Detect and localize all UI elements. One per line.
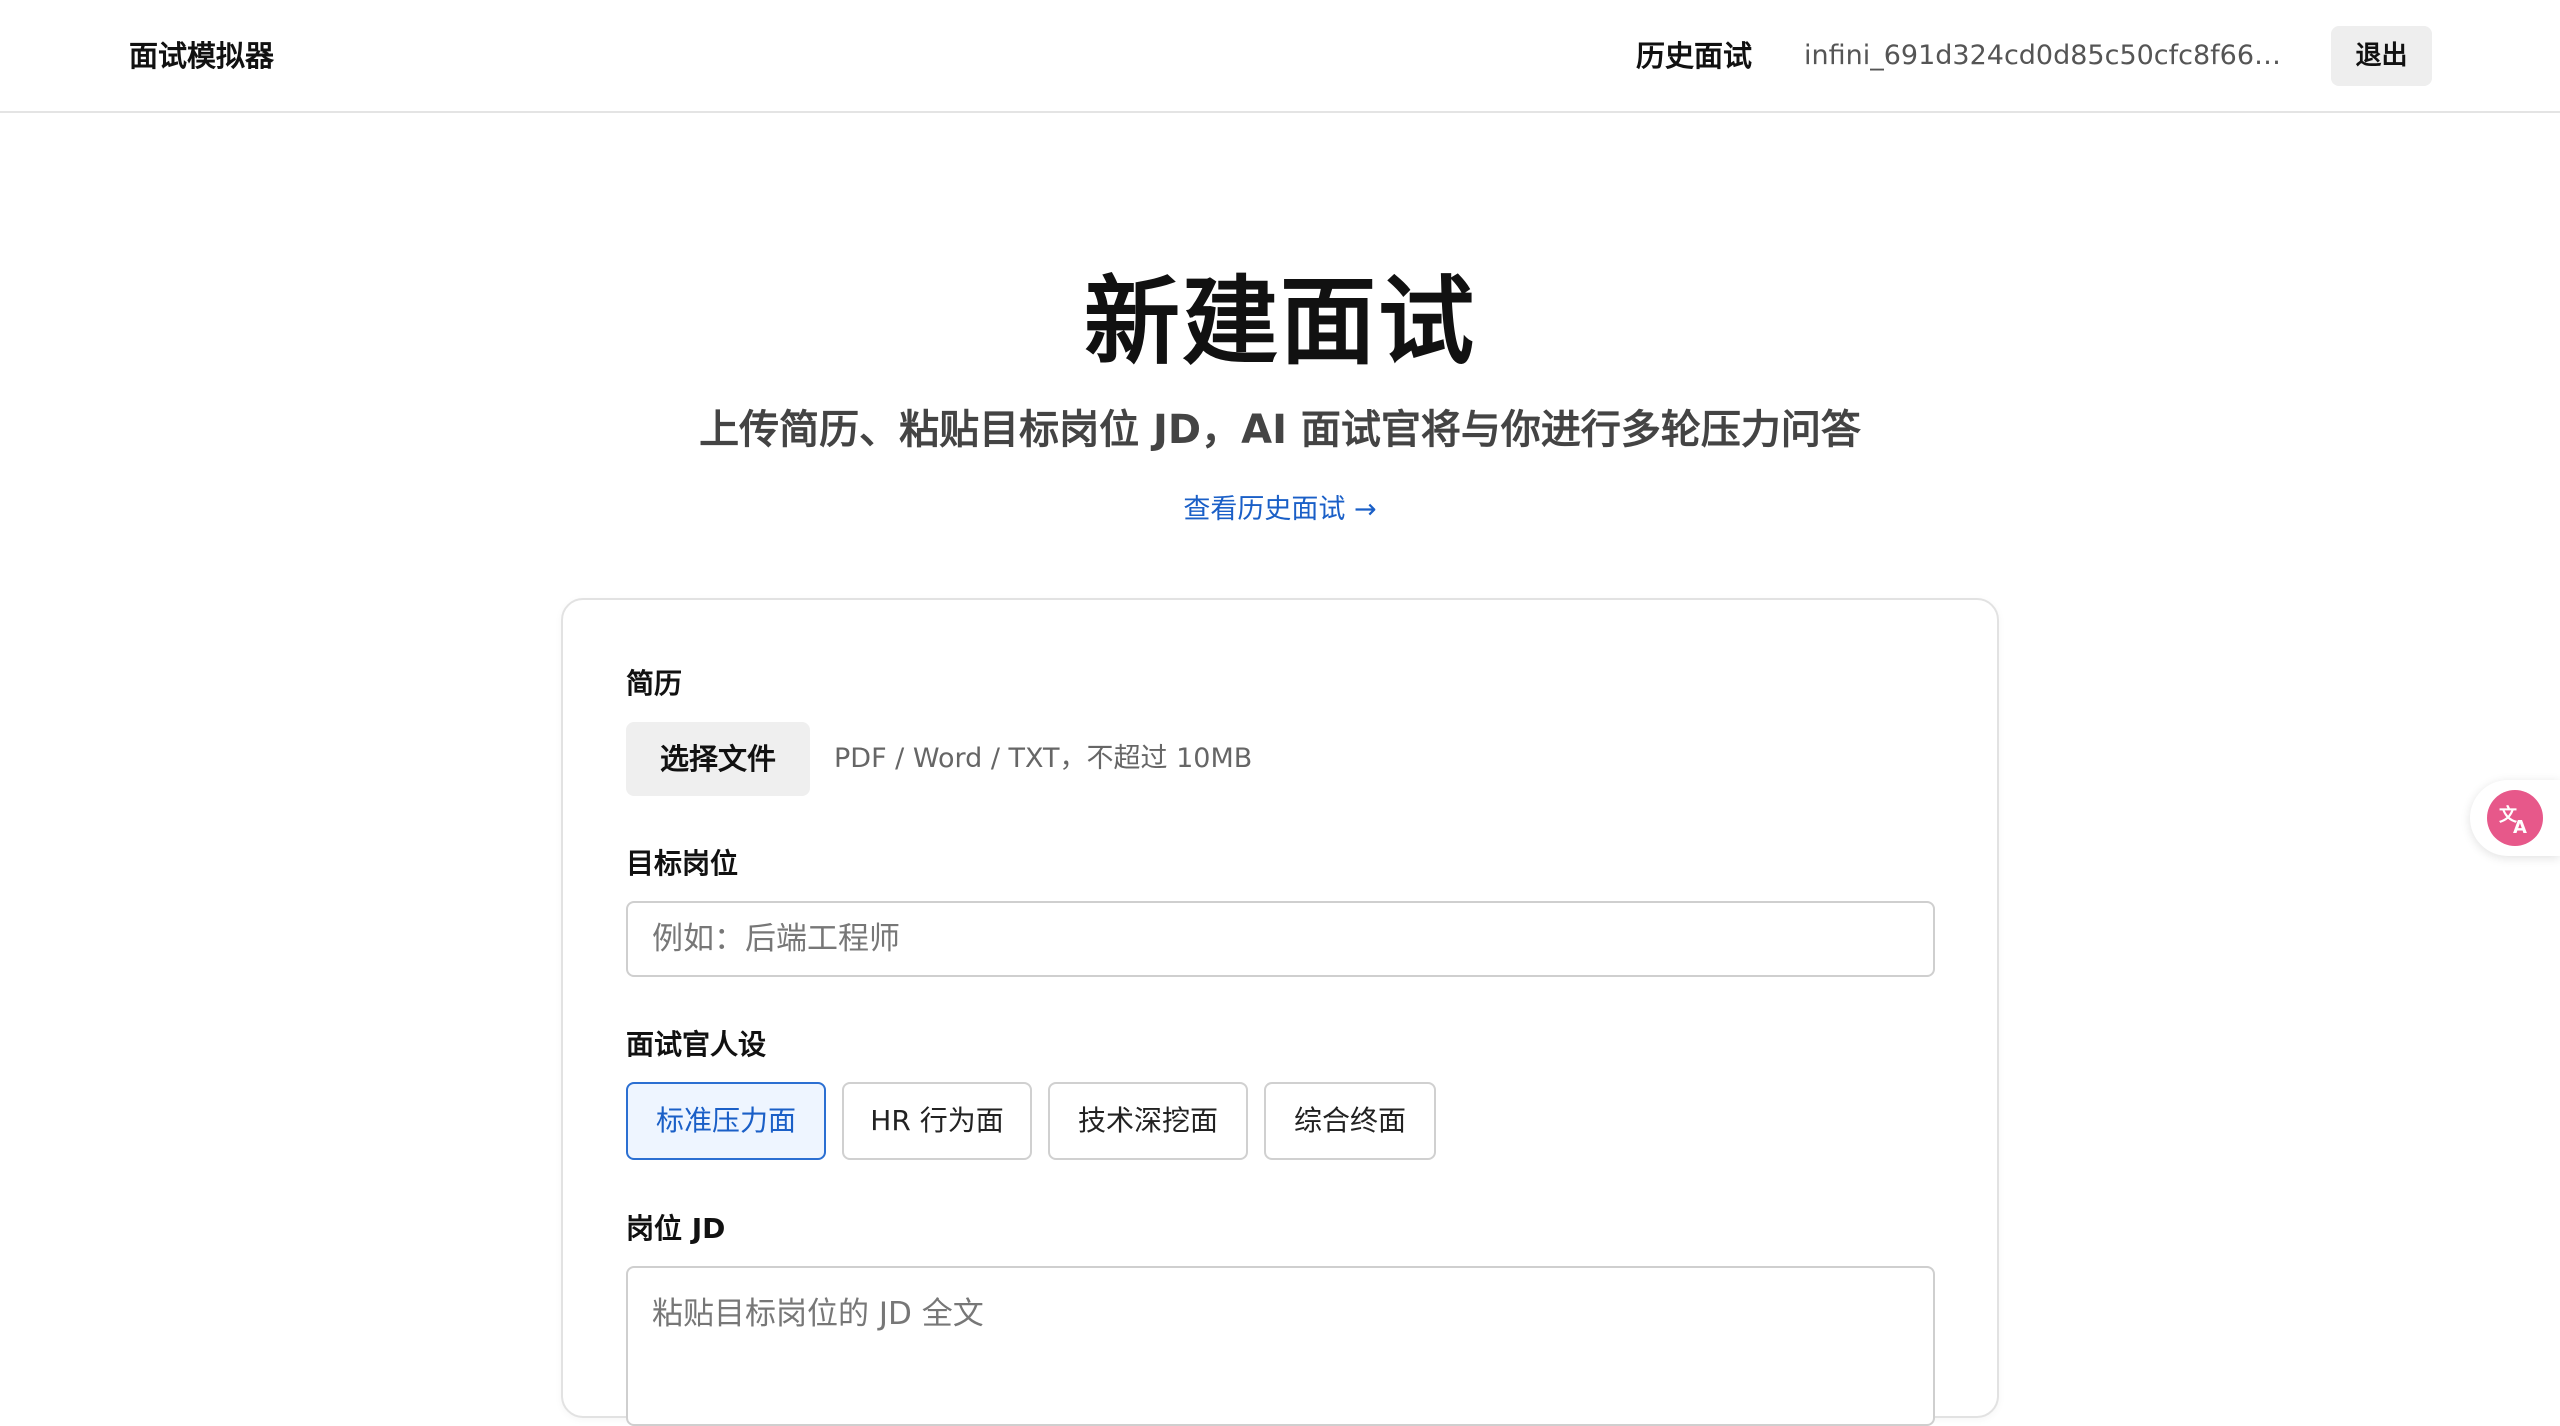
target-position-label: 目标岗位: [626, 847, 739, 880]
persona-final-round[interactable]: 综合终面: [1264, 1082, 1436, 1160]
jd-textarea[interactable]: [626, 1266, 1935, 1426]
brand-logo-text[interactable]: 面试模拟器: [129, 36, 274, 76]
translate-icon[interactable]: 文 A: [2487, 790, 2543, 846]
target-position-input[interactable]: [626, 901, 1935, 977]
svg-text:A: A: [2513, 817, 2527, 837]
jd-label: 岗位 JD: [626, 1212, 726, 1245]
nav-history-link[interactable]: 历史面试: [1636, 36, 1752, 76]
resume-label: 简历: [626, 667, 683, 700]
choose-file-button[interactable]: 选择文件: [626, 722, 810, 796]
persona-standard-pressure[interactable]: 标准压力面: [626, 1082, 826, 1160]
logout-button[interactable]: 退出: [2331, 26, 2432, 86]
user-email: infini_691d324cd0d85c50cfc8f662@...: [1804, 40, 2294, 71]
persona-tech-deep-dive[interactable]: 技术深挖面: [1048, 1082, 1248, 1160]
persona-label: 面试官人设: [626, 1028, 767, 1061]
top-navbar: 面试模拟器 历史面试 infini_691d324cd0d85c50cfc8f6…: [0, 0, 2560, 113]
view-history-link[interactable]: 查看历史面试 →: [0, 490, 2560, 530]
file-hint-text: PDF / Word / TXT，不超过 10MB: [834, 743, 1253, 774]
page-subtitle: 上传简历、粘贴目标岗位 JD，AI 面试官将与你进行多轮压力问答: [699, 407, 1861, 453]
translate-floating-button[interactable]: 文 A: [2470, 780, 2560, 856]
persona-hr-behavioral[interactable]: HR 行为面: [842, 1082, 1032, 1160]
page-title: 新建面试: [1084, 266, 1476, 378]
